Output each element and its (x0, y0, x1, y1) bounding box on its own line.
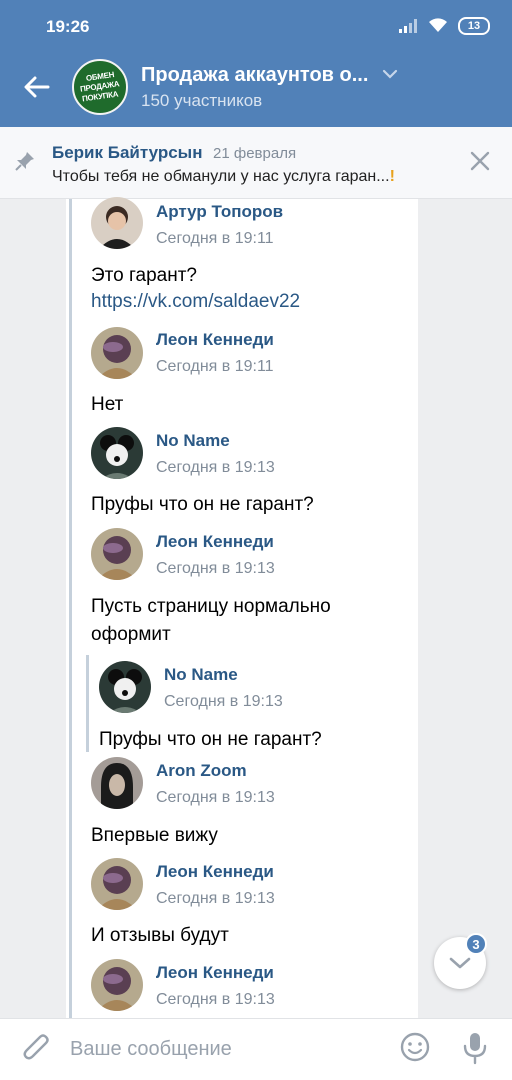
smile-icon[interactable] (399, 1031, 431, 1063)
message-text: Нет (91, 394, 124, 415)
back-button[interactable] (20, 70, 54, 104)
avatar[interactable] (99, 661, 151, 713)
message-text: Пруфы что он не гарант? (91, 494, 314, 515)
message-author[interactable]: Aron Zoom (156, 761, 247, 781)
quote-author[interactable]: No Name (164, 665, 238, 685)
pinned-author[interactable]: Берик Байтурсын (52, 143, 202, 163)
message-time: Сегодня в 19:13 (156, 459, 275, 476)
quote-time: Сегодня в 19:13 (164, 693, 283, 710)
message-text: Пусть страницу нормально оформит (91, 596, 331, 645)
signal-icon (399, 19, 417, 33)
group-avatar[interactable]: ОБМЕН ПРОДАЖА ПОКУПКА (72, 59, 128, 115)
forward-quote-bar (69, 199, 72, 1018)
message-time: Сегодня в 19:11 (156, 358, 274, 375)
wifi-icon (429, 18, 447, 32)
message-time: Сегодня в 19:11 (156, 230, 274, 247)
chevron-down-icon[interactable] (382, 68, 398, 80)
avatar[interactable] (91, 427, 143, 479)
paperclip-icon[interactable] (22, 1031, 52, 1065)
message-author[interactable]: Леон Кеннеди (156, 862, 274, 882)
chat-title[interactable]: Продажа аккаунтов о... (141, 64, 368, 87)
microphone-icon[interactable] (462, 1031, 488, 1065)
pin-icon (15, 152, 34, 171)
message-author[interactable]: Леон Кеннеди (156, 963, 274, 983)
status-bar: 19:26 13 (0, 0, 512, 54)
message-author[interactable]: No Name (156, 431, 230, 451)
avatar[interactable] (91, 757, 143, 809)
message-time: Сегодня в 19:13 (156, 991, 275, 1008)
pinned-text-body: Чтобы тебя не обманули у нас услуга гара… (52, 168, 390, 185)
chat-header: 19:26 13 ОБМЕН ПРОДАЖА ПОКУПКА Продажа а… (0, 0, 512, 127)
pinned-date: 21 февраля (213, 145, 297, 162)
close-icon[interactable] (466, 147, 494, 175)
message-time: Сегодня в 19:13 (156, 890, 275, 907)
message-text: Впервые вижу (91, 825, 218, 846)
pinned-emoji: ! (389, 168, 395, 185)
avatar[interactable] (91, 858, 143, 910)
avatar[interactable] (91, 197, 143, 249)
status-time: 19:26 (46, 17, 90, 36)
battery-indicator: 13 (458, 17, 490, 35)
avatar[interactable] (91, 528, 143, 580)
message-author[interactable]: Артур Топоров (156, 202, 283, 222)
message-time: Сегодня в 19:13 (156, 789, 275, 806)
message-text: И отзывы будут (91, 925, 229, 946)
message-text: Это гарант? (91, 265, 197, 286)
quote-text: Пруфы что он не гарант? (99, 729, 322, 750)
avatar[interactable] (91, 327, 143, 379)
message-time: Сегодня в 19:13 (156, 560, 275, 577)
message-input[interactable] (70, 1030, 390, 1068)
pinned-text: Чтобы тебя не обманули у нас услуга гара… (52, 168, 395, 186)
message-link[interactable]: https://vk.com/saldaev22 (91, 291, 300, 313)
chevron-down-icon (449, 957, 471, 969)
arrow-left-icon (24, 76, 50, 98)
message-author[interactable]: Леон Кеннеди (156, 532, 274, 552)
status-icons: 13 (398, 17, 490, 35)
avatar[interactable] (91, 959, 143, 1011)
message-author[interactable]: Леон Кеннеди (156, 330, 274, 350)
unread-badge: 3 (465, 933, 487, 955)
reply-quote-bar (86, 655, 89, 752)
members-count[interactable]: 150 участников (141, 91, 262, 111)
pinned-message[interactable] (0, 127, 512, 199)
